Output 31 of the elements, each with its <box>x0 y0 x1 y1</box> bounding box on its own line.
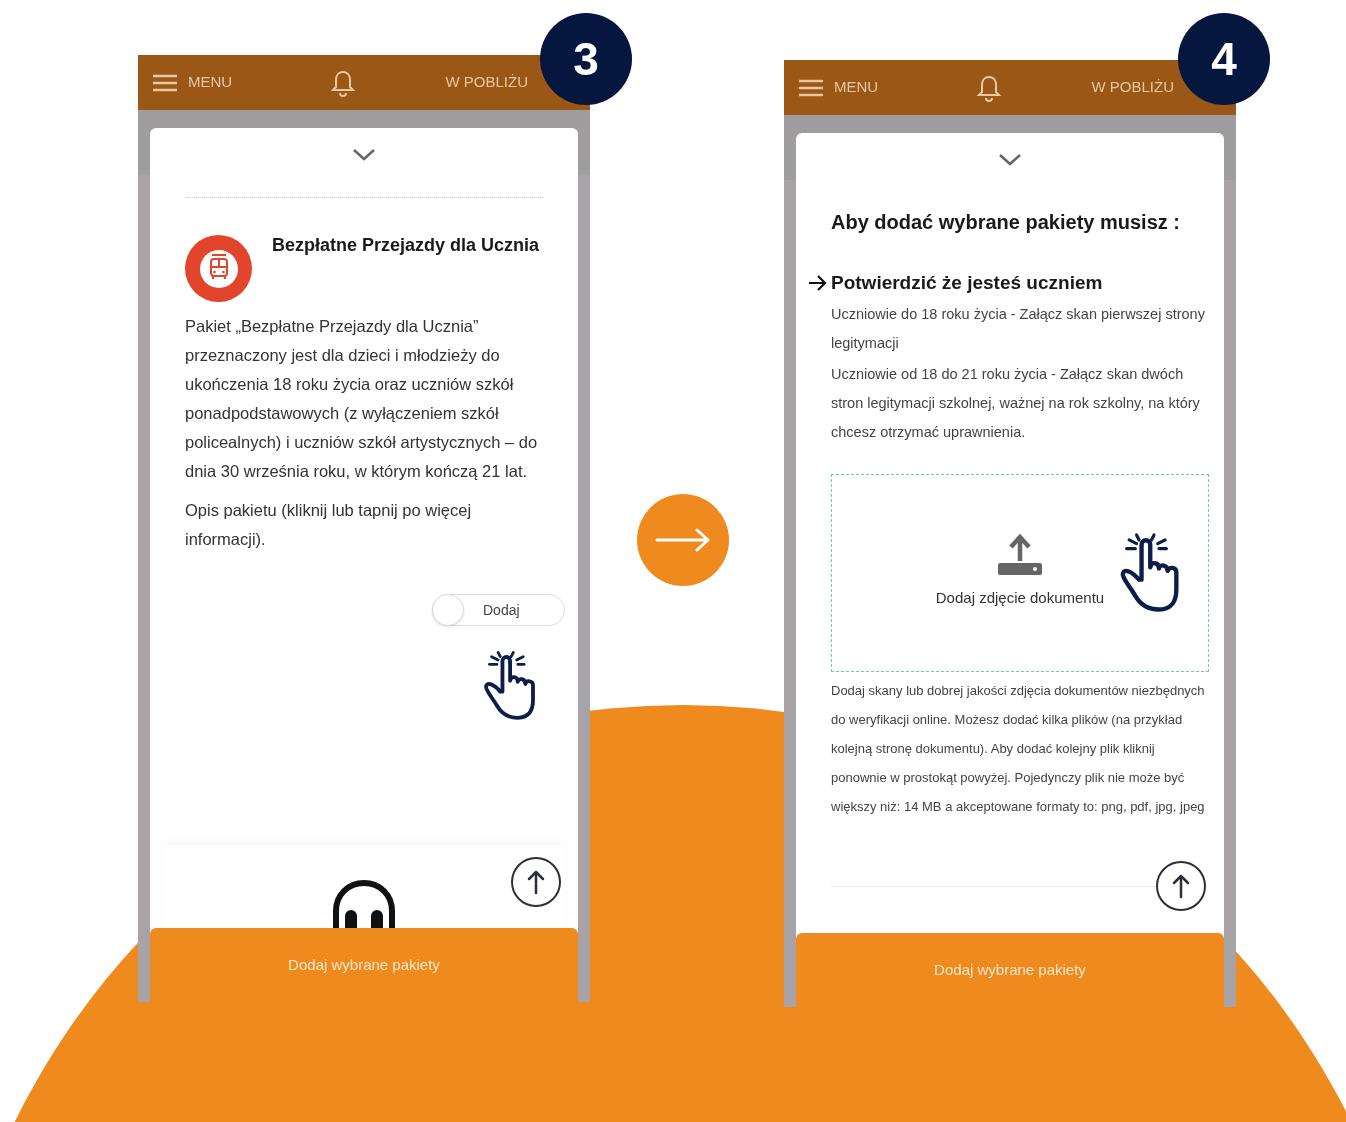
nearby-tab[interactable]: W POBLIŻU <box>445 71 528 94</box>
section-heading: Aby dodać wybrane pakiety musisz : <box>831 210 1181 235</box>
rule-text: Uczniowie do 18 roku życia - Załącz skan pierwszej strony legitymacji <box>831 304 1206 353</box>
arrow-up-icon <box>1171 873 1191 899</box>
chevron-down-icon[interactable] <box>998 153 1022 167</box>
menu-button[interactable]: MENU <box>152 71 233 94</box>
add-toggle[interactable]: Dodaj <box>432 594 565 626</box>
bell-icon[interactable] <box>976 73 1003 102</box>
add-packages-button[interactable]: Dodaj wybrane pakiety <box>150 928 578 1002</box>
menu-icon <box>798 78 824 97</box>
add-packages-button[interactable]: Dodaj wybrane pakiety <box>796 933 1224 1007</box>
package-title: Bezpłatne Przejazdy dla Ucznia <box>272 234 540 257</box>
rule-text: Uczniowie od 18 do 21 roku życia - Załącz skan dwóch stron legitymacji szkolnej, ważnej na rok szkolny, na który chcesz otrzymać uprawnienia. <box>831 364 1201 442</box>
menu-icon <box>152 73 178 92</box>
more-info-link[interactable]: Opis pakietu (kliknij lub tapnij po więcej informacji). <box>185 496 543 554</box>
arrow-up-icon <box>526 869 546 895</box>
right-arrow-icon <box>655 528 711 552</box>
document-upload-dropzone[interactable]: Dodaj zdjęcie dokumentu <box>831 473 1209 672</box>
step-badge: 4 <box>1178 13 1270 105</box>
chevron-down-icon[interactable] <box>352 148 376 162</box>
upload-icon <box>997 531 1043 578</box>
requirement-title: Potwierdzić że jesteś uczniem <box>831 271 1103 295</box>
step-badge: 3 <box>540 13 632 105</box>
scroll-to-top-button[interactable] <box>511 857 561 907</box>
package-description: Pakiet „Bezpłatne Przejazdy dla Ucznia” przeznaczony jest dla dzieci i młodzieży do ukończenia 18 roku życia oraz uczniów szkół ponadpodstawowych (z wyłączeniem szkół policealnych) i uczniów szkół artystycznych – do dnia 30 września roku, w którym kończą 21 lat. <box>185 316 539 482</box>
bell-icon[interactable] <box>330 68 357 97</box>
menu-button[interactable]: MENU <box>798 76 879 99</box>
nearby-tab[interactable]: W POBLIŻU <box>1091 76 1174 99</box>
upload-help-text: Dodaj skany lub dobrej jakości zdjęcia dokumentów niezbędnych do weryfikacji online. Możesz dodać kilka plików (na przykład kolejną stronę dokumentu). Aby dodać kolejny plik kliknij ponownie w prostokąt powyżej. Pojedynczy plik nie może być większy niż: 14 MB a akceptowane formaty to: png, pdf, jpg, jpeg <box>831 681 1206 816</box>
arrow-right-icon <box>808 275 827 292</box>
scroll-to-top-button[interactable] <box>1156 861 1206 911</box>
